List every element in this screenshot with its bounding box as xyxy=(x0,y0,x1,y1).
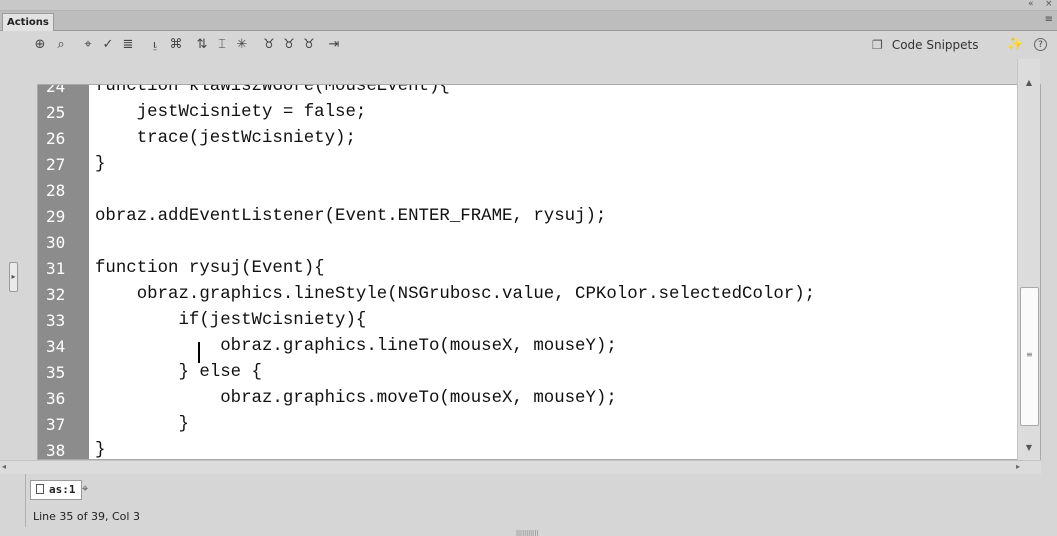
code-snippets-button[interactable]: ❐ Code Snippets xyxy=(872,37,979,53)
scroll-left-icon[interactable]: ◂ xyxy=(2,462,6,471)
line-number: 38 xyxy=(46,441,66,460)
apply-block-comment-icon[interactable]: ♉ xyxy=(261,37,277,53)
close-icon[interactable]: × xyxy=(1045,0,1053,9)
scroll-right-icon[interactable]: ▸ xyxy=(1016,462,1020,471)
code-line: obraz.graphics.moveTo(mouseX, mouseY); xyxy=(95,389,617,408)
expand-navigator-icon[interactable]: ▸ xyxy=(9,262,18,292)
code-line: } xyxy=(95,415,189,434)
line-number: 28 xyxy=(46,181,66,200)
script-document-icon xyxy=(36,484,44,494)
code-line: } else { xyxy=(95,363,262,382)
code-line: obraz.graphics.lineTo(mouseX, mouseY); xyxy=(95,337,617,356)
panel-menu-icon[interactable]: ≡ xyxy=(1045,14,1053,25)
actions-toolbar: ⊕ ⌕ ⌖ ✓ ≣ ⍸ ⌘ ⇅ ⌶ ✳ ♉ ♉ ♉ ⇥ ❐ Code Snipp… xyxy=(0,31,1057,59)
code-line: obraz.graphics.lineStyle(NSGrubosc.value… xyxy=(95,285,816,304)
tab-actions[interactable]: Actions xyxy=(2,13,54,32)
line-number: 29 xyxy=(46,207,66,226)
line-number-gutter: 24 25 26 27 28 29 30 31 32 33 34 35 36 3… xyxy=(38,85,89,459)
script-tab-as1[interactable]: as:1 xyxy=(30,480,82,500)
vertical-scrollbar[interactable]: ▲ ≡ ▼ xyxy=(1017,59,1040,460)
show-hide-toolbox-icon[interactable]: ⇥ xyxy=(326,37,342,53)
code-line: } xyxy=(95,155,106,174)
resize-grip[interactable]: ||||||||||| xyxy=(516,530,538,536)
auto-format-icon[interactable]: ≣ xyxy=(120,37,136,53)
code-line: obraz.addEventListener(Event.ENTER_FRAME… xyxy=(95,207,607,226)
line-number: 25 xyxy=(46,103,66,122)
panel-top-strip: « × xyxy=(0,0,1057,11)
line-number: 33 xyxy=(46,311,66,330)
line-number: 24 xyxy=(46,84,66,96)
script-tab-bar: as:1 ⌖ xyxy=(25,474,1041,506)
code-snippets-label: Code Snippets xyxy=(891,38,979,52)
collapse-between-braces-icon[interactable]: ⇅ xyxy=(194,37,210,53)
scroll-up-icon[interactable]: ▲ xyxy=(1022,77,1036,89)
code-line: function rysuj(Event){ xyxy=(95,259,325,278)
help-icon[interactable]: ? xyxy=(1034,38,1047,51)
text-caret xyxy=(198,342,200,363)
line-number: 37 xyxy=(46,415,66,434)
code-line: trace(jestWcisniety); xyxy=(95,129,356,148)
left-gutter: ▸ xyxy=(0,59,18,529)
apply-line-comment-icon[interactable]: ♉ xyxy=(281,37,297,53)
vertical-scroll-thumb[interactable]: ≡ xyxy=(1020,287,1039,426)
find-icon[interactable]: ⌕ xyxy=(53,37,69,53)
pin-script-icon[interactable]: ⌖ xyxy=(82,482,88,496)
insert-target-path-icon[interactable]: ⌖ xyxy=(80,37,96,53)
collapse-icon[interactable]: « xyxy=(1028,0,1034,9)
line-number: 34 xyxy=(46,337,66,356)
horizontal-scrollbar[interactable]: ◂ ▸ xyxy=(0,460,1041,474)
script-assist-wand-icon[interactable]: ✨ xyxy=(1007,37,1023,53)
code-snippets-icon: ❐ xyxy=(872,38,883,52)
line-number: 30 xyxy=(46,233,66,252)
debug-options-icon[interactable]: ⌘ xyxy=(168,37,184,53)
check-syntax-icon[interactable]: ✓ xyxy=(100,37,116,53)
line-number: 26 xyxy=(46,129,66,148)
code-line: } xyxy=(95,441,106,460)
show-code-hint-icon[interactable]: ⍸ xyxy=(147,37,163,53)
line-number: 35 xyxy=(46,363,66,382)
status-bar: Line 35 of 39, Col 3 xyxy=(25,506,1041,527)
scroll-down-icon[interactable]: ▼ xyxy=(1022,442,1036,454)
line-number: 27 xyxy=(46,155,66,174)
expand-all-icon[interactable]: ✳ xyxy=(234,37,250,53)
line-number: 31 xyxy=(46,259,66,278)
code-area[interactable]: function klawiszWGore(MouseEvent){ jestW… xyxy=(95,85,1025,459)
collapse-selection-icon[interactable]: ⌶ xyxy=(214,37,230,53)
script-tab-label: as:1 xyxy=(49,483,76,496)
panel-tab-bar: Actions ≡ xyxy=(0,11,1057,32)
code-line: if(jestWcisniety){ xyxy=(95,311,367,330)
remove-comment-icon[interactable]: ♉ xyxy=(301,37,317,53)
line-number: 32 xyxy=(46,285,66,304)
line-number: 36 xyxy=(46,389,66,408)
add-statement-icon[interactable]: ⊕ xyxy=(32,37,48,53)
code-editor[interactable]: 24 25 26 27 28 29 30 31 32 33 34 35 36 3… xyxy=(37,84,1041,460)
scroll-grip-icon: ≡ xyxy=(1026,350,1033,359)
code-line: jestWcisniety = false; xyxy=(95,103,367,122)
code-line: function klawiszWGore(MouseEvent){ xyxy=(95,84,450,96)
